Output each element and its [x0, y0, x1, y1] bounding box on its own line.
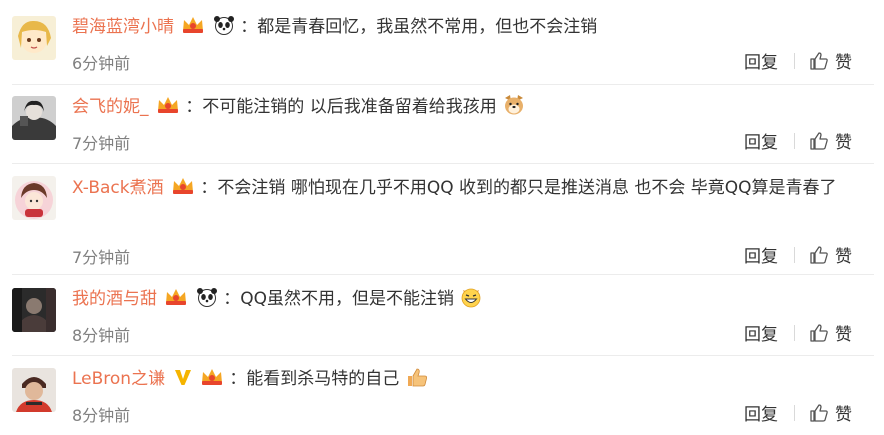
comment-line: 我的酒与甜 ：QQ虽然不用，但是不能注销: [72, 286, 854, 316]
comment-item: 我的酒与甜 ：QQ虽然不用，但是不能注销 8分钟前 回复 赞: [0, 286, 884, 352]
reply-button[interactable]: 回复: [744, 48, 778, 73]
comment-time: 8分钟前: [72, 326, 131, 345]
thumbs-up-icon: [810, 403, 828, 422]
comment-line: 碧海蓝湾小晴 ：都是青春回忆，我虽然不常用，但也不会注销: [72, 14, 854, 43]
avatar[interactable]: [12, 176, 56, 220]
thumbs-up-icon: [810, 323, 828, 342]
comment-item: 碧海蓝湾小晴 ：都是青春回忆，我虽然不常用，但也不会注销 6分钟前 回复 赞: [0, 14, 884, 80]
thumbs-up-emoji: [405, 366, 429, 396]
action-separator: [794, 246, 795, 263]
like-button[interactable]: 赞: [809, 320, 852, 345]
divider: [12, 84, 874, 85]
panda-emoji: [196, 287, 218, 315]
action-separator: [794, 324, 795, 341]
avatar[interactable]: [12, 96, 56, 140]
like-label: 赞: [835, 53, 852, 73]
comment-item: X-Back煮酒 ：不会注销 哪怕现在几乎不用QQ 收到的都只是推送消息 也不会…: [0, 174, 884, 270]
like-label: 赞: [835, 325, 852, 345]
action-separator: [794, 404, 795, 421]
like-button[interactable]: 赞: [809, 400, 852, 425]
vip-crown-badge[interactable]: [156, 95, 180, 123]
thumbs-up-icon: [810, 131, 828, 150]
like-label: 赞: [835, 247, 852, 267]
vip-crown-badge[interactable]: [200, 367, 224, 395]
like-button[interactable]: 赞: [809, 48, 852, 73]
thumbs-up-icon: [810, 51, 828, 70]
like-label: 赞: [835, 133, 852, 153]
username[interactable]: LeBron之谦: [72, 369, 165, 389]
username[interactable]: X-Back煮酒: [72, 178, 164, 198]
comment-time: 8分钟前: [72, 406, 131, 425]
grin-emoji: [459, 286, 483, 316]
verified-v-badge[interactable]: [173, 367, 193, 395]
comment-actions: 回复 赞: [744, 400, 852, 425]
doge-emoji: [502, 94, 526, 124]
comment-text: ：不会注销 哪怕现在几乎不用QQ 收到的都只是推送消息 也不会 毕竟QQ算是青春…: [200, 178, 837, 198]
like-label: 赞: [835, 405, 852, 425]
comment-line: LeBron之谦 ：能看到杀马特的自己: [72, 366, 854, 396]
comment-actions: 回复 赞: [744, 242, 852, 267]
comment-list: 碧海蓝湾小晴 ：都是青春回忆，我虽然不常用，但也不会注销 6分钟前 回复 赞 会…: [0, 0, 884, 435]
reply-button[interactable]: 回复: [744, 242, 778, 267]
vip-crown-badge[interactable]: [164, 287, 188, 315]
avatar[interactable]: [12, 368, 56, 412]
comment-time: 6分钟前: [72, 54, 131, 73]
action-separator: [794, 132, 795, 149]
comment-actions: 回复 赞: [744, 320, 852, 345]
comment-text: ：不可能注销的 以后我准备留着给我孩用: [185, 97, 497, 117]
comment-line: 会飞的妮_ ：不可能注销的 以后我准备留着给我孩用: [72, 94, 854, 124]
divider: [12, 274, 874, 275]
username[interactable]: 碧海蓝湾小晴: [72, 17, 174, 37]
panda-emoji: [213, 15, 235, 43]
divider: [12, 163, 874, 164]
avatar[interactable]: [12, 288, 56, 332]
comment-item: LeBron之谦 ：能看到杀马特的自己 8分钟前 回复 赞: [0, 366, 884, 432]
comment-line: X-Back煮酒 ：不会注销 哪怕现在几乎不用QQ 收到的都只是推送消息 也不会…: [72, 174, 856, 205]
comment-item: 会飞的妮_ ：不可能注销的 以后我准备留着给我孩用 7分钟前 回复 赞: [0, 94, 884, 160]
vip-crown-badge[interactable]: [171, 176, 195, 205]
comment-actions: 回复 赞: [744, 48, 852, 73]
comment-time: 7分钟前: [72, 134, 131, 153]
comment-time: 7分钟前: [72, 248, 131, 267]
reply-button[interactable]: 回复: [744, 128, 778, 153]
comment-text: ：都是青春回忆，我虽然不常用，但也不会注销: [240, 17, 598, 37]
vip-crown-badge[interactable]: [181, 15, 205, 43]
comment-text: ：能看到杀马特的自己: [229, 369, 400, 389]
comment-actions: 回复 赞: [744, 128, 852, 153]
like-button[interactable]: 赞: [809, 128, 852, 153]
action-separator: [794, 52, 795, 69]
username[interactable]: 会飞的妮_: [72, 97, 149, 117]
thumbs-up-icon: [810, 245, 828, 264]
comment-text: ：QQ虽然不用，但是不能注销: [223, 289, 454, 309]
reply-button[interactable]: 回复: [744, 320, 778, 345]
like-button[interactable]: 赞: [809, 242, 852, 267]
divider: [12, 355, 874, 356]
username[interactable]: 我的酒与甜: [72, 289, 157, 309]
avatar[interactable]: [12, 16, 56, 60]
reply-button[interactable]: 回复: [744, 400, 778, 425]
